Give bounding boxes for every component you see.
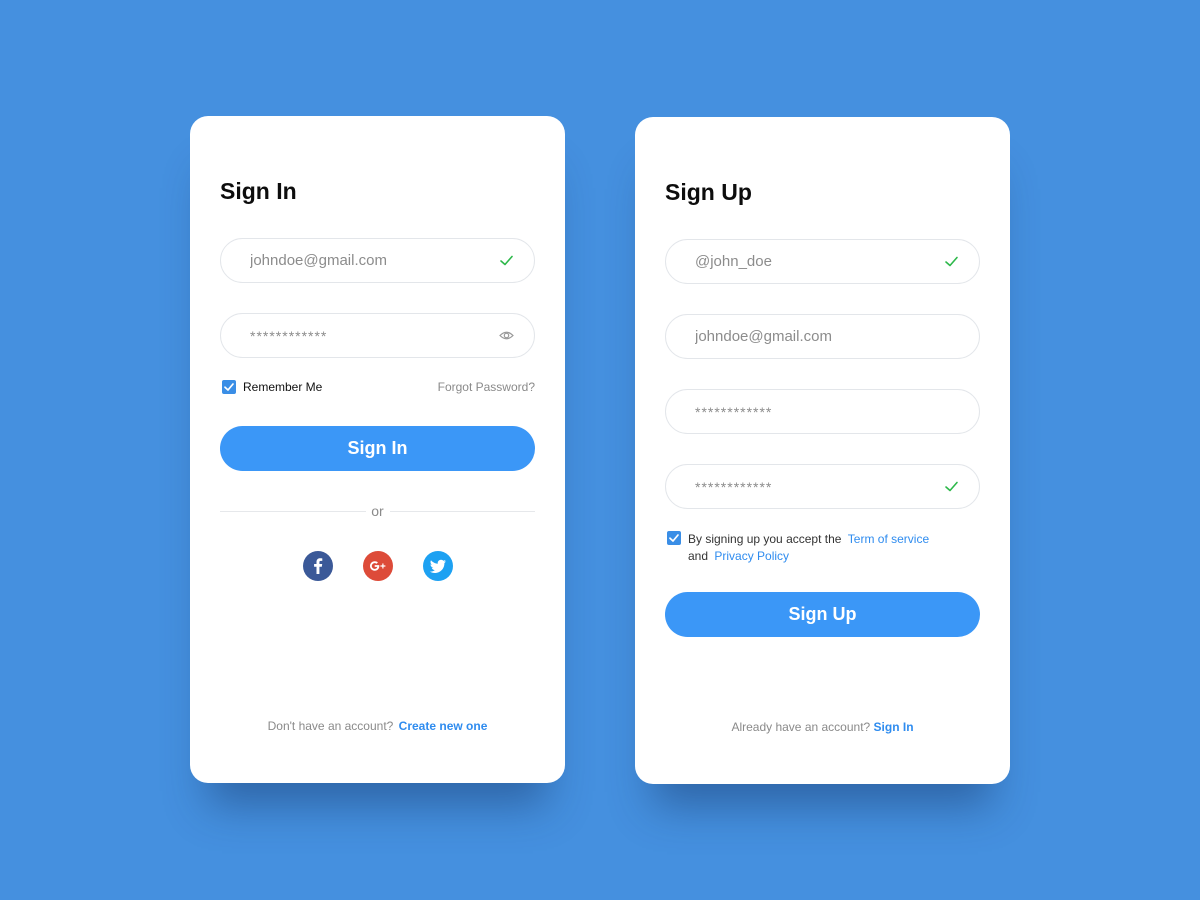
username-input[interactable] — [695, 240, 935, 283]
confirm-password-input[interactable] — [695, 465, 935, 508]
terms-and: and — [688, 549, 709, 563]
sign-up-footer: Already have an account? Sign In — [635, 720, 1010, 734]
password-field[interactable] — [665, 389, 980, 434]
valid-check-icon — [499, 253, 514, 268]
eye-icon[interactable] — [499, 328, 514, 343]
terms-prefix: By signing up you accept the — [688, 532, 842, 546]
no-account-text: Don't have an account? — [267, 719, 394, 733]
email-field[interactable] — [220, 238, 535, 283]
have-account-text: Already have an account? — [731, 720, 871, 734]
password-input[interactable] — [695, 390, 935, 433]
page-background: Sign In Remember Me Forgot Password? Sig… — [0, 0, 1200, 900]
privacy-policy-link[interactable]: Privacy Policy — [714, 549, 789, 563]
remember-me-label: Remember Me — [243, 380, 323, 394]
email-field[interactable] — [665, 314, 980, 359]
valid-check-icon — [944, 254, 959, 269]
username-field[interactable] — [665, 239, 980, 284]
sign-up-card: Sign Up By signing up you accept the Ter… — [635, 117, 1010, 784]
sign-in-footer: Don't have an account? Create new one — [190, 719, 565, 733]
google-plus-icon[interactable] — [363, 551, 393, 581]
sign-in-title: Sign In — [220, 178, 297, 204]
sign-in-button[interactable]: Sign In — [220, 426, 535, 471]
sign-up-title: Sign Up — [665, 179, 752, 205]
twitter-icon[interactable] — [423, 551, 453, 581]
forgot-password-link[interactable]: Forgot Password? — [438, 380, 535, 394]
confirm-password-field[interactable] — [665, 464, 980, 509]
password-field[interactable] — [220, 313, 535, 358]
email-input[interactable] — [695, 315, 935, 358]
divider-line-right — [390, 511, 535, 512]
facebook-icon[interactable] — [303, 551, 333, 581]
sign-in-card: Sign In Remember Me Forgot Password? Sig… — [190, 116, 565, 783]
password-input[interactable] — [250, 314, 490, 357]
sign-up-button[interactable]: Sign Up — [665, 592, 980, 637]
valid-check-icon — [944, 479, 959, 494]
email-input[interactable] — [250, 239, 490, 282]
terms-of-service-link[interactable]: Term of service — [848, 532, 929, 546]
remember-me-checkbox[interactable] — [222, 380, 236, 394]
sign-in-link[interactable]: Sign In — [874, 720, 914, 734]
terms-text: By signing up you accept the Term of ser… — [688, 531, 929, 565]
terms-checkbox[interactable] — [667, 531, 681, 545]
create-account-link[interactable]: Create new one — [399, 719, 488, 733]
